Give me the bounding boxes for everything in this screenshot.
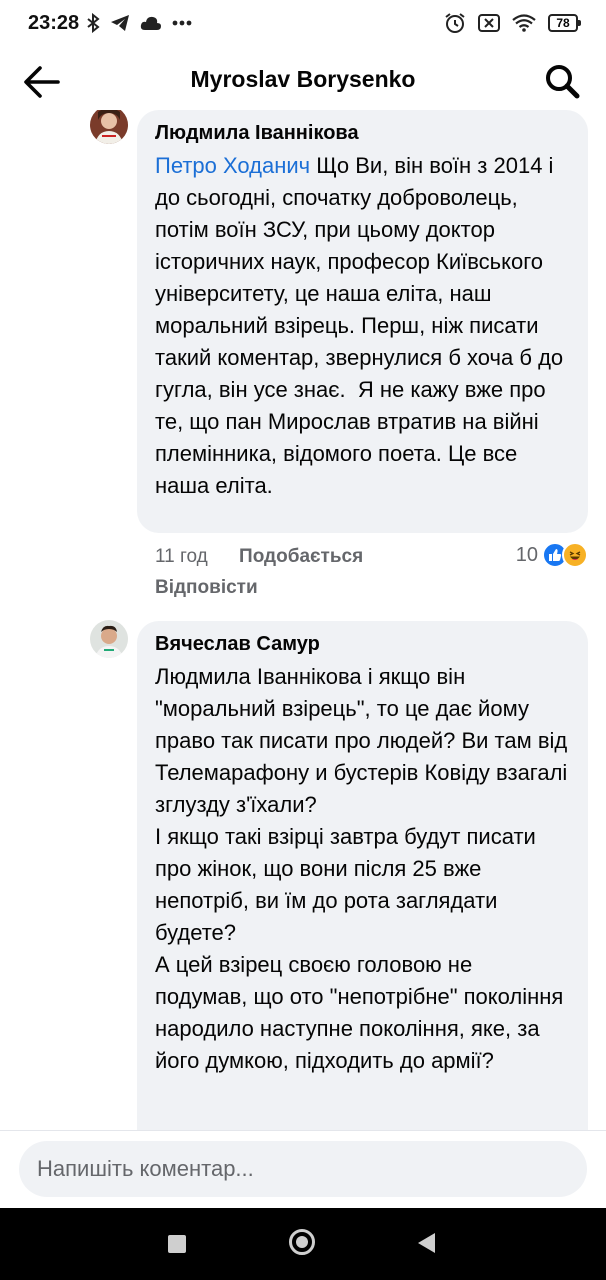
alarm-icon [445,13,465,33]
reaction-summary[interactable]: 10 [516,542,588,568]
comment-composer [0,1130,606,1209]
nav-back-icon[interactable] [418,1233,435,1253]
system-nav-bar [0,1208,606,1280]
wifi-icon [512,14,536,32]
mention-link[interactable]: Петро Ходанич [155,153,310,178]
page-title: Myroslav Borysenko [190,66,416,92]
more-icon [172,20,192,26]
comment-input[interactable] [19,1141,587,1197]
cloud-icon [140,16,161,30]
avatar[interactable] [90,620,128,658]
comment-text: Людмила Іваннікова і якщо він "моральний… [155,664,568,1073]
bluetooth-icon [87,13,100,33]
no-sim-icon [478,14,500,32]
telegram-icon [111,15,129,31]
app-header: Myroslav Borysenko [0,52,606,110]
comment-bubble[interactable]: Людмила Іваннікова Петро Ходанич Що Ви, … [137,110,588,533]
reaction-count: 10 [515,543,538,566]
comment-text: Петро Ходанич Що Ви, він воїн з 2014 і д… [155,153,570,498]
comment-time[interactable]: 11 год [155,546,208,567]
like-button[interactable]: Подобається [239,546,363,567]
avatar-image [90,110,128,144]
comment-author[interactable]: Вячеслав Самур [155,631,570,657]
avatar-image [90,620,128,658]
comments-thread[interactable]: Людмила Іваннікова Петро Ходанич Що Ви, … [0,110,606,1130]
search-button[interactable] [542,62,582,102]
reply-button[interactable]: Відповісти [155,577,258,599]
avatar[interactable] [90,110,128,144]
comment-bubble[interactable]: Вячеслав Самур Людмила Іваннікова і якщо… [137,621,588,1130]
comment-author[interactable]: Людмила Іваннікова [155,120,570,146]
status-bar: 23:28 78 [0,0,606,50]
battery-indicator: 78 [548,14,581,32]
search-icon [546,65,580,99]
haha-icon [562,542,588,568]
status-time: 23:28 [28,12,80,34]
home-icon[interactable] [289,1229,315,1255]
recents-icon[interactable] [168,1235,186,1253]
